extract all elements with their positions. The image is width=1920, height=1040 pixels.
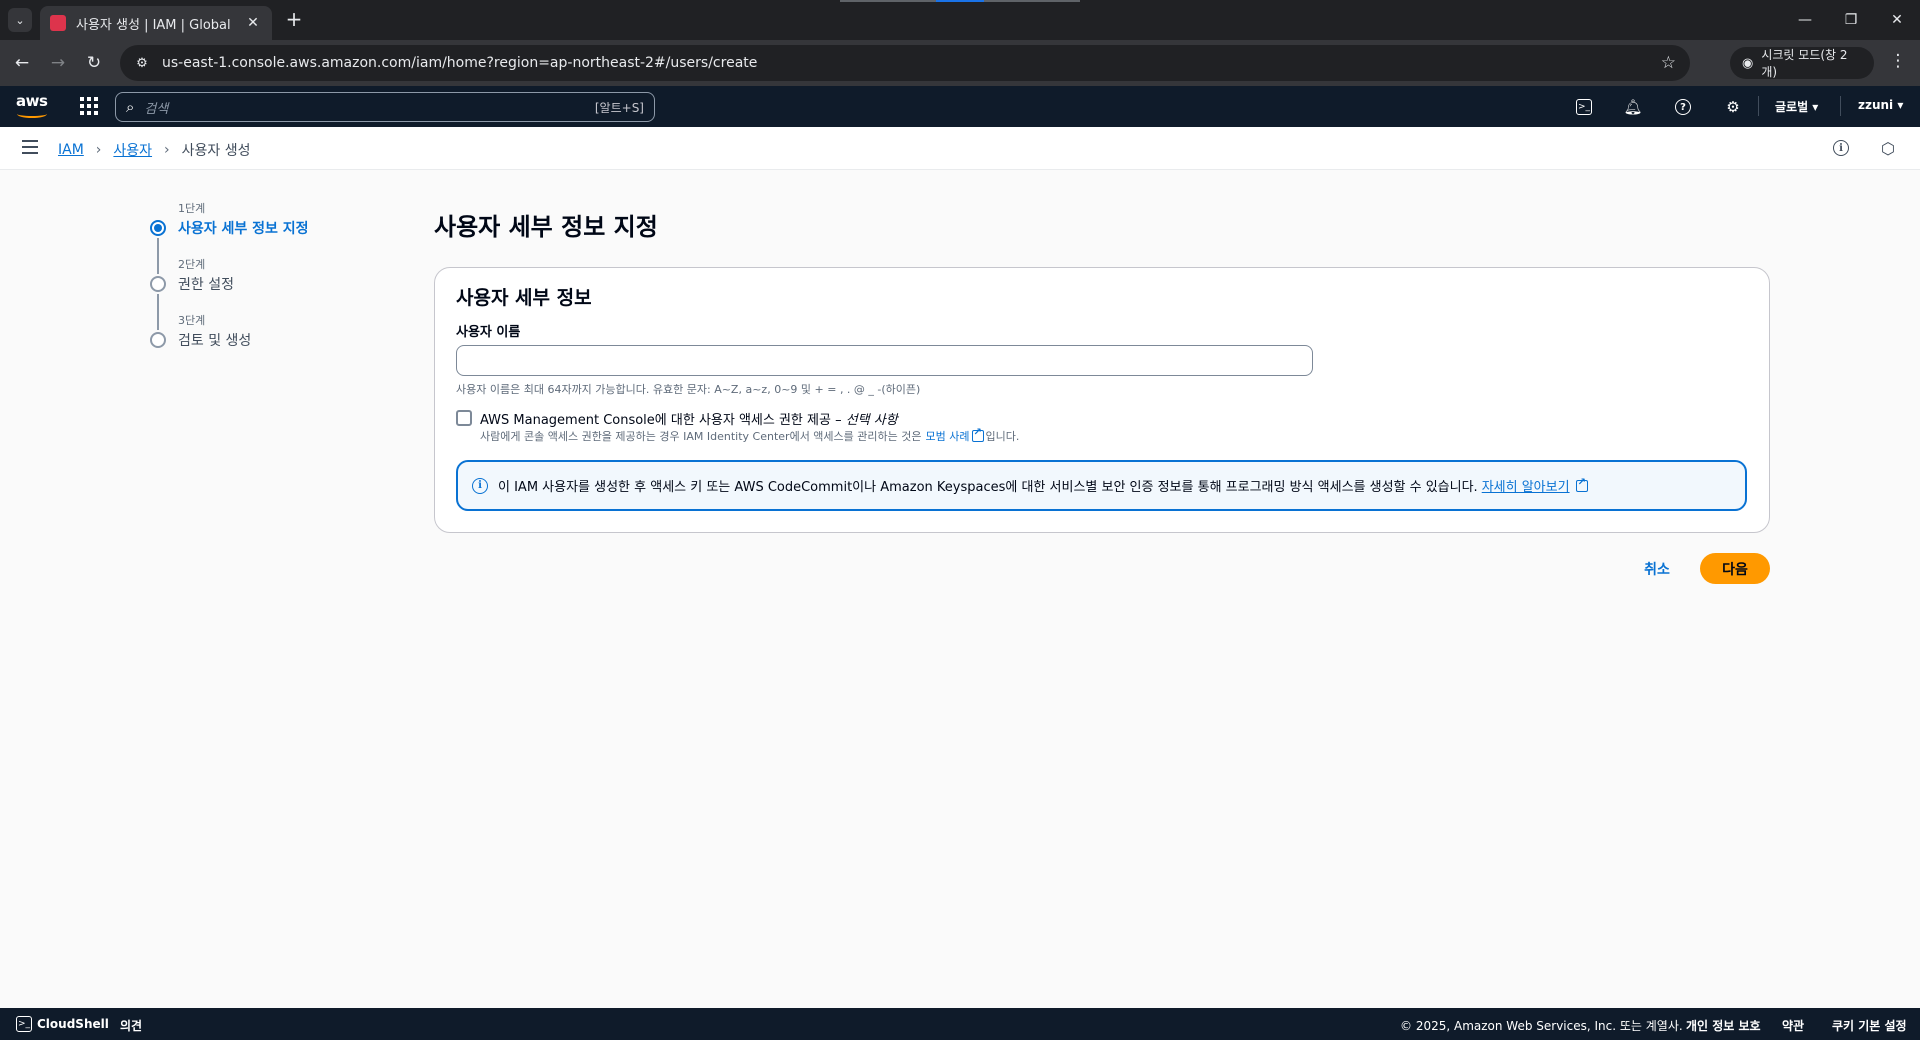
aws-console-header: aws ⌕ 검색 [알트+S] >_ 🔔︎ ? ⚙ 글로벌 ▾ zzuni ▾	[0, 86, 1920, 127]
terms-link[interactable]: 약관	[1782, 1017, 1804, 1034]
description-text-end: 입니다.	[985, 430, 1020, 443]
page-title: 사용자 세부 정보 지정	[434, 213, 658, 241]
hamburger-menu-icon[interactable]	[22, 140, 38, 154]
console-access-checkbox[interactable]	[456, 410, 472, 426]
cloudshell-footer-icon[interactable]: >_	[16, 1016, 32, 1032]
user-details-panel: 사용자 세부 정보 사용자 이름 사용자 이름은 최대 64자까지 가능합니다.…	[434, 267, 1770, 533]
incognito-indicator[interactable]: ◉ 시크릿 모드(창 2개)	[1730, 47, 1874, 79]
console-access-label[interactable]: AWS Management Console에 대한 사용자 액세스 권한 제공…	[480, 409, 898, 428]
services-grid-icon[interactable]	[80, 97, 98, 115]
copyright: © 2025, Amazon Web Services, Inc. 또는 계열사…	[1400, 1019, 1683, 1033]
account-menu[interactable]: zzuni ▾	[1858, 98, 1903, 112]
bookmark-star-icon[interactable]: ☆	[1661, 53, 1676, 73]
restore-icon[interactable]: ❐	[1828, 0, 1874, 40]
step-pending-icon	[150, 332, 166, 348]
cookie-preferences-link[interactable]: 쿠키 기본 설정	[1832, 1017, 1907, 1034]
browser-tab-active[interactable]: 사용자 생성 | IAM | Global ✕	[40, 6, 272, 40]
step-number: 1단계	[178, 202, 206, 215]
breadcrumb-current: 사용자 생성	[181, 143, 251, 159]
window-drag-strip	[840, 0, 936, 2]
step-number: 2단계	[178, 258, 206, 271]
next-button[interactable]: 다음	[1700, 553, 1770, 584]
step-label: 사용자 세부 정보 지정	[178, 221, 309, 237]
tab-title: 사용자 생성 | IAM | Global	[76, 17, 231, 33]
settings-gear-icon[interactable]: ⚙	[1722, 96, 1744, 118]
url-text: us-east-1.console.aws.amazon.com/iam/hom…	[162, 55, 758, 71]
breadcrumb-users[interactable]: 사용자	[113, 140, 152, 160]
browser-menu-icon[interactable]: ⋮	[1886, 51, 1910, 71]
search-shortcut: [알트+S]	[594, 100, 644, 115]
step-active-icon	[150, 220, 166, 236]
external-link-icon	[1575, 477, 1588, 492]
step-3: 3단계 검토 및 생성	[150, 312, 370, 368]
chevron-down-icon: ⌄	[15, 13, 25, 27]
console-access-description: 사람에게 콘솔 액세스 권한을 제공하는 경우 IAM Identity Cen…	[480, 427, 1020, 444]
reload-icon[interactable]: ↻	[82, 51, 106, 75]
search-placeholder: 검색	[144, 101, 169, 117]
breadcrumb-iam[interactable]: IAM	[58, 142, 84, 158]
iam-favicon-icon	[50, 15, 66, 31]
console-footer: >_ CloudShell 의견 © 2025, Amazon Web Serv…	[0, 1008, 1920, 1040]
aws-smile-icon	[17, 110, 47, 118]
browser-tab-bar: ⌄ 사용자 생성 | IAM | Global ✕ + — ❐ ✕	[0, 0, 1920, 40]
username-constraint: 사용자 이름은 최대 64자까지 가능합니다. 유효한 문자: A~Z, a~z…	[456, 383, 921, 396]
step-label: 권한 설정	[178, 277, 234, 293]
chevron-right-icon: ›	[95, 142, 102, 158]
cloudshell-link[interactable]: CloudShell	[37, 1017, 109, 1031]
search-icon: ⌕	[126, 98, 135, 116]
close-icon[interactable]: ✕	[244, 15, 262, 31]
learn-more-link[interactable]: 자세히 알아보기	[1482, 476, 1570, 495]
incognito-label: 시크릿 모드(창 2개)	[1761, 48, 1848, 79]
breadcrumb-bar: IAM › 사용자 › 사용자 생성 i ⬡	[0, 127, 1920, 170]
hexagon-icon[interactable]: ⬡	[1878, 138, 1898, 158]
optional-tag: 선택 사항	[845, 413, 898, 428]
step-2: 2단계 권한 설정	[150, 256, 370, 330]
info-alert: i 이 IAM 사용자를 생성한 후 액세스 키 또는 AWS CodeComm…	[456, 460, 1747, 511]
tab-search-button[interactable]: ⌄	[8, 8, 32, 32]
aws-logo[interactable]: aws	[16, 92, 50, 120]
feedback-link[interactable]: 의견	[120, 1017, 142, 1034]
region-selector[interactable]: 글로벌 ▾	[1775, 98, 1818, 115]
description-text: 사람에게 콘솔 액세스 권한을 제공하는 경우 IAM Identity Cen…	[480, 430, 922, 443]
best-practice-link[interactable]: 모범 사례	[926, 428, 970, 444]
back-arrow-icon[interactable]: ←	[10, 51, 34, 75]
cancel-button[interactable]: 취소	[1632, 554, 1682, 584]
info-alert-text: 이 IAM 사용자를 생성한 후 액세스 키 또는 AWS CodeCommit…	[498, 480, 1478, 495]
external-link-icon	[971, 427, 984, 442]
help-icon[interactable]: ?	[1672, 96, 1694, 118]
step-number: 3단계	[178, 314, 206, 327]
forward-arrow-icon[interactable]: →	[46, 51, 70, 75]
address-bar[interactable]: ⚙ us-east-1.console.aws.amazon.com/iam/h…	[120, 45, 1690, 81]
cloudshell-icon[interactable]: >_	[1573, 96, 1595, 118]
window-controls: — ❐ ✕	[1782, 0, 1920, 40]
minimize-icon[interactable]: —	[1782, 0, 1828, 40]
console-access-label-text: AWS Management Console에 대한 사용자 액세스 권한 제공…	[480, 413, 846, 428]
aws-logo-text: aws	[16, 92, 48, 110]
header-divider	[1758, 96, 1759, 116]
window-drag-strip-accent	[936, 0, 984, 2]
breadcrumb: IAM › 사용자 › 사용자 생성	[58, 140, 251, 160]
panel-title: 사용자 세부 정보	[456, 287, 592, 309]
console-search-box[interactable]: ⌕ 검색 [알트+S]	[115, 92, 655, 122]
wizard-steps: 1단계 사용자 세부 정보 지정 2단계 권한 설정 3단계 검토 및 생성	[150, 200, 370, 368]
new-tab-button[interactable]: +	[282, 8, 306, 32]
step-label: 검토 및 생성	[178, 333, 252, 349]
window-drag-strip-right	[984, 0, 1080, 2]
step-1[interactable]: 1단계 사용자 세부 정보 지정	[150, 200, 370, 274]
step-pending-icon	[150, 276, 166, 292]
notifications-bell-icon[interactable]: 🔔︎	[1622, 96, 1644, 118]
chevron-right-icon: ›	[164, 142, 170, 158]
username-input[interactable]	[456, 345, 1313, 376]
privacy-link[interactable]: 개인 정보 보호	[1686, 1017, 1761, 1034]
header-divider	[1840, 96, 1841, 116]
site-settings-icon[interactable]: ⚙	[132, 53, 152, 73]
info-panel-icon[interactable]: i	[1831, 138, 1851, 158]
incognito-icon: ◉	[1742, 55, 1754, 71]
info-icon: i	[472, 477, 488, 494]
username-label: 사용자 이름	[456, 325, 521, 340]
browser-toolbar: ← → ↻ ⚙ us-east-1.console.aws.amazon.com…	[0, 40, 1920, 86]
window-close-icon[interactable]: ✕	[1874, 0, 1920, 40]
